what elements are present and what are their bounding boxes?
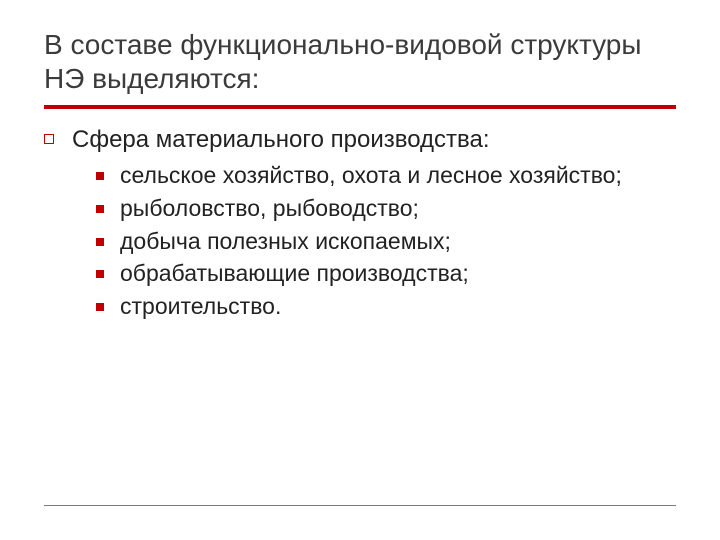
list-item: строительство.: [96, 292, 676, 321]
square-solid-bullet-icon: [96, 172, 104, 180]
square-solid-bullet-icon: [96, 270, 104, 278]
list-item-label: обрабатывающие производства;: [120, 259, 469, 288]
title-underline: [44, 105, 676, 109]
square-solid-bullet-icon: [96, 303, 104, 311]
list-item: обрабатывающие производства;: [96, 259, 676, 288]
square-solid-bullet-icon: [96, 238, 104, 246]
list-item: добыча полезных ископаемых;: [96, 227, 676, 256]
footer-rule: [44, 505, 676, 506]
list-item-label: рыболовство, рыбоводство;: [120, 194, 419, 223]
square-solid-bullet-icon: [96, 205, 104, 213]
list-item-label: сельское хозяйство, охота и лесное хозяй…: [120, 161, 622, 190]
list-item: рыболовство, рыбоводство;: [96, 194, 676, 223]
list-item-level1: Сфера материального производства:: [44, 125, 676, 155]
list-level2: сельское хозяйство, охота и лесное хозяй…: [96, 161, 676, 321]
list-item: сельское хозяйство, охота и лесное хозяй…: [96, 161, 676, 190]
list-item-label: добыча полезных ископаемых;: [120, 227, 451, 256]
slide: В составе функционально-видовой структур…: [0, 0, 720, 540]
slide-title: В составе функционально-видовой структур…: [44, 28, 676, 95]
list-item-label: строительство.: [120, 292, 281, 321]
list-item-level1-label: Сфера материального производства:: [72, 125, 490, 155]
square-outline-bullet-icon: [44, 134, 54, 144]
slide-body: Сфера материального производства: сельск…: [44, 125, 676, 505]
